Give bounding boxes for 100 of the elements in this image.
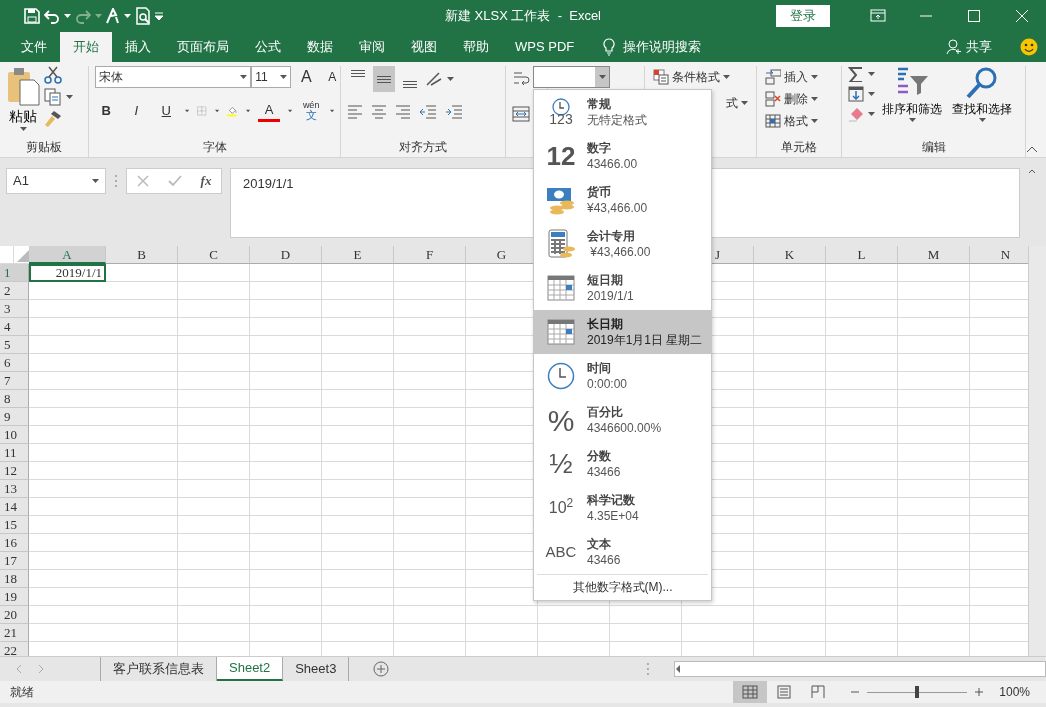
collapse-ribbon-icon[interactable] <box>1026 145 1038 153</box>
row-header[interactable]: 2 <box>0 282 29 300</box>
menu-item[interactable]: % 百分比 4346600.00% <box>534 398 711 442</box>
align-center-icon[interactable] <box>371 104 388 120</box>
check-icon[interactable] <box>167 175 182 187</box>
underline-button[interactable]: U <box>155 100 178 122</box>
zoom-out-icon[interactable] <box>851 688 860 696</box>
menu-item[interactable]: ½ 分数 43466 <box>534 442 711 486</box>
close-icon[interactable] <box>1014 8 1030 24</box>
font-color-button[interactable]: A <box>258 100 280 122</box>
scissors-icon[interactable] <box>44 66 62 84</box>
row-header[interactable]: 21 <box>0 624 29 642</box>
align-left-icon[interactable] <box>347 104 364 120</box>
paste-button[interactable]: 粘贴 <box>6 66 40 137</box>
maximize-icon[interactable] <box>966 8 982 24</box>
ribbon-tab[interactable]: 开始 <box>60 32 112 62</box>
sum-icon[interactable] <box>848 66 864 82</box>
menu-item[interactable]: 长日期 2019年1月1日 星期二 <box>534 310 711 354</box>
font-name-field[interactable]: 宋体 <box>95 66 252 88</box>
insert-function-button[interactable]: fx <box>200 171 212 191</box>
merge-cells-icon[interactable] <box>512 106 530 122</box>
row-header[interactable]: 11 <box>0 444 29 462</box>
row-header[interactable]: 18 <box>0 570 29 588</box>
normal-view-button[interactable] <box>733 681 768 703</box>
row-header[interactable]: 19 <box>0 588 29 606</box>
column-header[interactable]: A <box>29 246 106 264</box>
ribbon-tab[interactable]: 页面布局 <box>164 32 242 62</box>
tell-me-search[interactable]: 操作说明搜索 <box>623 37 702 57</box>
menu-item[interactable]: 10$^{2}$ 科学记数 4.35E+04 <box>534 486 711 530</box>
share-button[interactable]: 共享 <box>966 37 992 57</box>
table-format-button[interactable]: 式 <box>723 92 750 114</box>
column-header[interactable]: D <box>250 246 322 264</box>
bold-button[interactable]: B <box>95 100 118 122</box>
column-header[interactable]: E <box>322 246 394 264</box>
format-button[interactable]: 格式 <box>762 110 835 132</box>
italic-button[interactable]: I <box>125 100 148 122</box>
more-formats-link[interactable]: 其他数字格式(M)... <box>537 574 708 600</box>
ribbon-tab[interactable]: WPS PDF <box>502 32 588 62</box>
login-button[interactable]: 登录 <box>776 5 830 27</box>
column-header[interactable]: C <box>178 246 250 264</box>
pen-icon[interactable] <box>106 8 120 24</box>
menu-item[interactable]: 123 常规 无特定格式 <box>534 90 711 134</box>
insert-button[interactable]: 插入 <box>762 66 835 88</box>
phonetic-button[interactable]: wén 文 <box>300 100 323 122</box>
number-format-field[interactable] <box>533 66 610 88</box>
ribbon-tab[interactable]: 审阅 <box>346 32 398 62</box>
find-select-button[interactable]: 查找和选择 <box>949 66 1015 137</box>
menu-item[interactable]: 货币 ¥43,466.00 <box>534 178 711 222</box>
font-size-field[interactable]: 11 <box>251 66 292 88</box>
smiley-icon[interactable] <box>1020 38 1038 56</box>
row-header[interactable]: 4 <box>0 318 29 336</box>
zoom-in-icon[interactable] <box>975 688 984 696</box>
scroll-left-icon[interactable] <box>674 665 681 673</box>
column-header[interactable]: K <box>754 246 826 264</box>
row-header[interactable]: 20 <box>0 606 29 624</box>
conditional-format-button[interactable]: 条件格式 <box>651 66 750 88</box>
row-header[interactable]: 9 <box>0 408 29 426</box>
column-header[interactable]: B <box>106 246 178 264</box>
row-header[interactable]: 3 <box>0 300 29 318</box>
customize-icon[interactable] <box>155 12 163 20</box>
ribbon-tab[interactable]: 插入 <box>112 32 164 62</box>
row-header[interactable]: 7 <box>0 372 29 390</box>
expand-formula-icon[interactable] <box>1028 168 1036 174</box>
ribbon-display-icon[interactable] <box>870 8 886 24</box>
menu-item[interactable]: 短日期 2019/1/1 <box>534 266 711 310</box>
row-header[interactable]: 16 <box>0 534 29 552</box>
print-preview-icon[interactable] <box>135 7 151 25</box>
redo-icon[interactable] <box>75 8 91 24</box>
row-header[interactable]: 1 <box>0 264 29 282</box>
orientation-icon[interactable] <box>425 71 444 87</box>
horizontal-scrollbar[interactable] <box>673 661 1046 677</box>
format-painter-icon[interactable] <box>44 110 62 128</box>
shrink-font-button[interactable]: A <box>321 66 344 88</box>
person-add-icon[interactable] <box>946 39 962 55</box>
grow-font-button[interactable]: A <box>295 66 318 88</box>
add-sheet-icon[interactable] <box>373 661 390 677</box>
ribbon-tab[interactable]: 数据 <box>294 32 346 62</box>
column-header[interactable]: F <box>394 246 466 264</box>
row-header[interactable]: 5 <box>0 336 29 354</box>
column-header[interactable]: L <box>826 246 898 264</box>
ribbon-tab[interactable]: 视图 <box>398 32 450 62</box>
table-cell[interactable]: 2019/1/1 <box>29 264 106 282</box>
fill-down-icon[interactable] <box>848 86 864 102</box>
row-header[interactable]: 22 <box>0 642 29 656</box>
row-header[interactable]: 13 <box>0 480 29 498</box>
slider-thumb[interactable] <box>915 686 920 698</box>
copy-icon[interactable] <box>44 88 62 106</box>
row-header[interactable]: 6 <box>0 354 29 372</box>
row-header[interactable]: 8 <box>0 390 29 408</box>
menu-item[interactable]: 时间 0:00:00 <box>534 354 711 398</box>
ribbon-tab[interactable]: 文件 <box>8 32 60 62</box>
sheet-tab[interactable]: Sheet2 <box>217 657 284 681</box>
row-header[interactable]: 15 <box>0 516 29 534</box>
name-box[interactable]: A1 <box>6 168 106 194</box>
row-header[interactable]: 14 <box>0 498 29 516</box>
delete-button[interactable]: 删除 <box>762 88 835 110</box>
zoom-level[interactable]: 100% <box>999 683 1030 701</box>
decrease-indent-icon[interactable] <box>419 104 438 120</box>
align-right-icon[interactable] <box>395 104 412 120</box>
increase-indent-icon[interactable] <box>445 104 464 120</box>
